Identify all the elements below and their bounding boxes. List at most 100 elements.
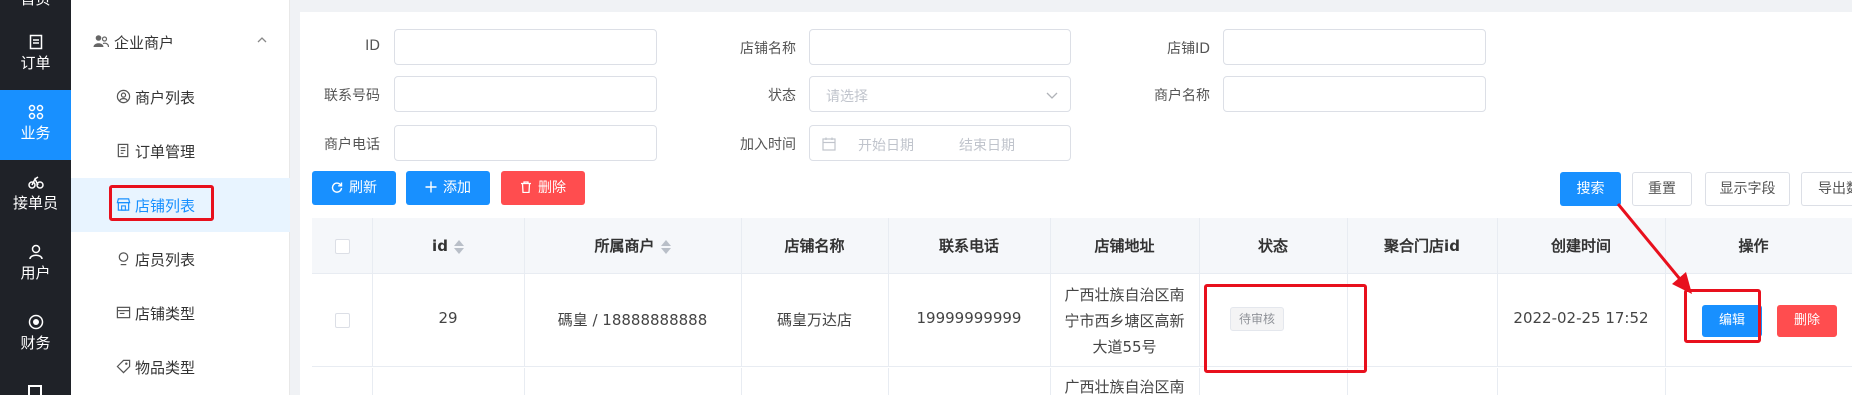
rail-item-label: 财务 [20,334,51,352]
cell-store-name: 碼皇万达店 [776,311,852,329]
rail-item-label: 用户 [20,264,51,282]
user-icon [28,244,43,260]
end-date-placeholder: 结束日期 [959,138,1015,154]
trash-icon [521,181,531,193]
col-header-address: 店铺地址 [1094,237,1155,255]
users-icon [93,35,109,48]
select-all-checkbox[interactable] [335,239,350,254]
add-button-label: 添加 [443,180,471,196]
calendar-icon [822,137,836,151]
filter-id-input[interactable] [394,29,657,65]
merchant-icon [116,89,131,104]
col-header-store-name: 店铺名称 [784,237,845,255]
export-button-label: 导出数 [1818,181,1852,197]
menu-item-label: 店员列表 [135,251,196,269]
clerk-icon [118,252,129,266]
filter-store-id-label: 店铺ID [1167,41,1210,57]
add-button[interactable]: 添加 [406,171,490,205]
sort-icon[interactable] [660,239,671,254]
cell-address: 广西壮族自治区南 [1064,378,1185,395]
red-arrow-icon [1616,203,1692,294]
filter-store-name-input[interactable] [809,29,1071,65]
col-header-status: 状态 [1257,237,1288,255]
chevron-down-icon [1046,92,1058,99]
address-line: 宁市西乡塘区高新 [1064,312,1185,330]
col-header-phone: 联系电话 [938,237,999,255]
status-select-placeholder: 请选择 [826,89,868,105]
address-line: 大道55号 [1092,338,1157,356]
refresh-button[interactable]: 刷新 [312,171,396,205]
order-doc-icon [117,143,129,158]
grid-icon [28,104,43,120]
cell-merchant: 碼皇 / 18888888888 [557,311,708,329]
filter-merchant-name-label: 商户名称 [1154,88,1210,104]
table-row: 广西壮族自治区南 [312,368,1852,395]
row-delete-button[interactable]: 删除 [1777,305,1837,337]
rail-item-finance[interactable]: 财务 [0,300,71,370]
export-button[interactable]: 导出数 [1801,172,1852,206]
filter-store-name-label: 店铺名称 [740,41,796,57]
filter-contact-input[interactable] [394,76,657,112]
menu-item-label: 订单管理 [135,143,196,161]
refresh-button-label: 刷新 [349,180,377,196]
order-icon [29,34,42,50]
start-date-placeholder: 开始日期 [858,138,914,154]
filter-status-label: 状态 [768,88,796,104]
filter-join-time-range[interactable]: 开始日期 结束日期 [809,125,1071,161]
rail-item-home[interactable]: 首页 [0,0,71,8]
sub-menu: 企业商户 商户列表 订单管理 店铺列表 店员列表 店铺类型 物品类型 [71,0,290,395]
delete-button-label: 删除 [538,180,566,196]
filter-merchant-name-input[interactable] [1223,76,1486,112]
rail-item-more[interactable] [28,385,42,395]
address-line: 广西壮族自治区南 [1064,286,1185,304]
menu-item-store-types[interactable]: 店铺类型 [71,286,290,340]
menu-group-enterprise-merchants[interactable]: 企业商户 [71,20,290,64]
cell-address: 广西壮族自治区南 宁市西乡塘区高新 大道55号 [1050,282,1199,360]
menu-item-order-management[interactable]: 订单管理 [71,124,290,178]
sort-icon[interactable] [453,239,464,254]
menu-item-label: 店铺类型 [135,305,196,323]
menu-item-label: 物品类型 [135,359,196,377]
col-header-merchant[interactable]: 所属商户 [524,218,741,274]
rail-item-users[interactable]: 用户 [0,230,71,300]
menu-item-item-types[interactable]: 物品类型 [71,340,290,394]
rail-item-home-label: 首页 [20,0,50,8]
rail-item-label: 接单员 [12,194,58,212]
delete-button[interactable]: 删除 [501,171,585,205]
bike-icon [27,176,44,189]
main-nav-rail: 首页 订单 业务 接单员 用户 财务 [0,0,71,395]
menu-item-label: 商户列表 [135,89,196,107]
refresh-icon [331,182,343,193]
highlight-store-list-box [109,185,214,221]
rail-item-couriers[interactable]: 接单员 [0,160,71,230]
search-button-label: 搜索 [1576,181,1605,197]
filter-merchant-phone-input[interactable] [394,125,657,161]
menu-item-merchant-list[interactable]: 商户列表 [71,70,290,124]
filter-id-label: ID [365,38,380,54]
cell-created: 2022-02-25 17:52 [1513,309,1649,327]
rail-item-business[interactable]: 业务 [0,90,71,160]
rail-item-orders[interactable]: 订单 [0,20,71,90]
finance-icon [28,314,43,330]
store-type-icon [116,306,131,319]
cell-id: 29 [438,309,458,327]
rail-item-label: 业务 [20,124,51,142]
tag-icon [116,359,131,374]
reset-button-label: 重置 [1648,181,1676,197]
col-header-aggregate-id: 聚合门店id [1384,237,1460,255]
menu-item-clerk-list[interactable]: 店员列表 [71,232,290,286]
highlight-status-box [1204,284,1367,373]
col-header-id[interactable]: id [372,218,524,274]
show-fields-button-label: 显示字段 [1719,181,1776,197]
filter-status-select[interactable]: 请选择 [809,76,1071,112]
filter-join-time-label: 加入时间 [740,137,796,153]
cell-phone: 19999999999 [916,309,1022,327]
menu-group-label: 企业商户 [114,34,175,52]
filter-contact-label: 联系号码 [324,88,380,104]
filter-store-id-input[interactable] [1223,29,1486,65]
rail-item-label: 订单 [20,54,51,72]
filter-merchant-phone-label: 商户电话 [324,137,380,153]
plus-icon [425,181,437,193]
row-checkbox[interactable] [335,313,350,328]
app-root: 首页 订单 业务 接单员 用户 财务 企业商户 [0,0,1852,395]
